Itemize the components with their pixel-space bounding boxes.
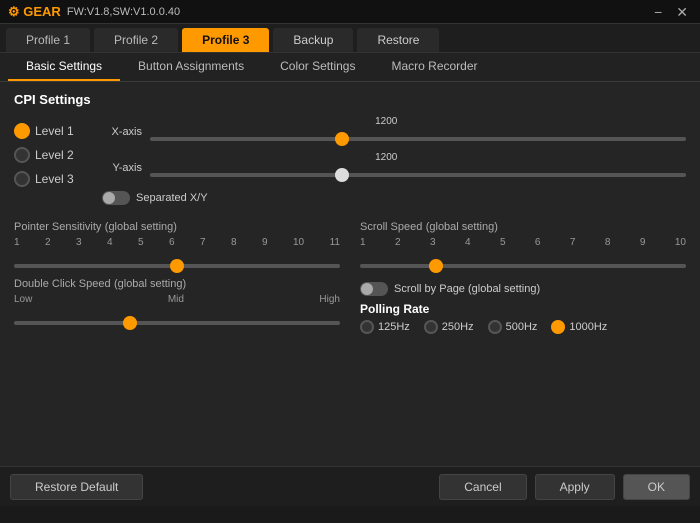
profile-tab-2[interactable]: Profile 2 bbox=[94, 28, 178, 52]
scroll-by-page-toggle[interactable] bbox=[360, 282, 388, 296]
main-content: CPI Settings Level 1 Level 2 Level 3 bbox=[0, 82, 700, 466]
pointer-scale-numbers: 123 456 789 1011 bbox=[14, 237, 340, 248]
sub-tabs: Basic Settings Button Assignments Color … bbox=[0, 53, 700, 82]
y-axis-value: 1200 bbox=[375, 152, 397, 163]
level3-dot bbox=[14, 171, 30, 187]
cpi-section: Level 1 Level 2 Level 3 X-axis 1200 bbox=[14, 113, 686, 211]
polling-250hz[interactable]: 250Hz bbox=[424, 320, 474, 334]
level2-label: Level 2 bbox=[35, 148, 74, 162]
close-button[interactable]: ✕ bbox=[672, 5, 692, 19]
cpi-section-title: CPI Settings bbox=[14, 92, 686, 107]
scroll-by-page-row: Scroll by Page (global setting) bbox=[360, 282, 686, 296]
app-logo: ⚙ GEAR bbox=[8, 4, 61, 20]
double-click-slider[interactable] bbox=[14, 321, 340, 325]
profile-tab-restore[interactable]: Restore bbox=[357, 28, 439, 52]
left-column: Pointer Sensitivity (global setting) 123… bbox=[14, 219, 340, 334]
level1-dot bbox=[14, 123, 30, 139]
profile-tab-1[interactable]: Profile 1 bbox=[6, 28, 90, 52]
version-text: FW:V1.8,SW:V1.0.0.40 bbox=[67, 6, 180, 18]
scroll-scale-numbers: 123 456 789 10 bbox=[360, 237, 686, 248]
polling-rate-title: Polling Rate bbox=[360, 302, 686, 316]
scroll-speed-slider[interactable] bbox=[360, 264, 686, 268]
pointer-sensitivity-slider[interactable] bbox=[14, 264, 340, 268]
tab-basic-settings[interactable]: Basic Settings bbox=[8, 53, 120, 81]
scroll-speed-title: Scroll Speed (global setting) bbox=[360, 219, 686, 233]
cpi-level-2[interactable]: Level 2 bbox=[14, 147, 94, 163]
radio-500hz bbox=[488, 320, 502, 334]
radio-250hz bbox=[424, 320, 438, 334]
separated-xy-label: Separated X/Y bbox=[136, 192, 208, 204]
polling-125hz[interactable]: 125Hz bbox=[360, 320, 410, 334]
tab-macro-recorder[interactable]: Macro Recorder bbox=[373, 53, 495, 81]
cancel-button[interactable]: Cancel bbox=[439, 474, 526, 500]
footer-right: Cancel Apply OK bbox=[439, 474, 690, 500]
minimize-button[interactable]: − bbox=[650, 5, 666, 19]
tab-color-settings[interactable]: Color Settings bbox=[262, 53, 373, 81]
footer: Restore Default Cancel Apply OK bbox=[0, 466, 700, 506]
tab-button-assignments[interactable]: Button Assignments bbox=[120, 53, 262, 81]
radio-1000hz bbox=[551, 320, 565, 334]
radio-125hz bbox=[360, 320, 374, 334]
apply-button[interactable]: Apply bbox=[535, 474, 615, 500]
label-1000hz: 1000Hz bbox=[569, 321, 607, 333]
separated-xy-row: Separated X/Y bbox=[102, 191, 686, 205]
y-axis-slider[interactable] bbox=[150, 173, 686, 177]
title-bar-left: ⚙ GEAR FW:V1.8,SW:V1.0.0.40 bbox=[8, 4, 180, 20]
bottom-section: Pointer Sensitivity (global setting) 123… bbox=[14, 219, 686, 334]
separated-xy-toggle[interactable] bbox=[102, 191, 130, 205]
scroll-by-page-label: Scroll by Page (global setting) bbox=[394, 283, 540, 295]
level3-label: Level 3 bbox=[35, 172, 74, 186]
y-axis-slider-wrapper: 1200 bbox=[150, 152, 686, 184]
title-bar-controls: − ✕ bbox=[650, 5, 692, 19]
y-axis-label: Y-axis bbox=[102, 162, 142, 174]
x-axis-value: 1200 bbox=[375, 116, 397, 127]
label-125hz: 125Hz bbox=[378, 321, 410, 333]
polling-options: 125Hz 250Hz 500Hz 1000Hz bbox=[360, 320, 686, 334]
x-axis-slider-wrapper: 1200 bbox=[150, 116, 686, 148]
double-click-labels: Low Mid High bbox=[14, 294, 340, 305]
cpi-level-1[interactable]: Level 1 bbox=[14, 123, 94, 139]
x-axis-slider[interactable] bbox=[150, 137, 686, 141]
x-axis-row: X-axis 1200 bbox=[102, 116, 686, 148]
ok-button[interactable]: OK bbox=[623, 474, 690, 500]
profile-tabs: Profile 1 Profile 2 Profile 3 Backup Res… bbox=[0, 24, 700, 53]
restore-default-button[interactable]: Restore Default bbox=[10, 474, 143, 500]
label-250hz: 250Hz bbox=[442, 321, 474, 333]
title-bar: ⚙ GEAR FW:V1.8,SW:V1.0.0.40 − ✕ bbox=[0, 0, 700, 24]
toggle-knob bbox=[103, 192, 115, 204]
polling-500hz[interactable]: 500Hz bbox=[488, 320, 538, 334]
label-500hz: 500Hz bbox=[506, 321, 538, 333]
right-column: Scroll Speed (global setting) 123 456 78… bbox=[360, 219, 686, 334]
level2-dot bbox=[14, 147, 30, 163]
cpi-level-3[interactable]: Level 3 bbox=[14, 171, 94, 187]
scroll-toggle-knob bbox=[361, 283, 373, 295]
polling-rate-section: Polling Rate 125Hz 250Hz 500Hz bbox=[360, 302, 686, 334]
double-click-title: Double Click Speed (global setting) bbox=[14, 276, 340, 290]
y-axis-row: Y-axis 1200 bbox=[102, 152, 686, 184]
level1-label: Level 1 bbox=[35, 124, 74, 138]
profile-tab-backup[interactable]: Backup bbox=[273, 28, 353, 52]
profile-tab-3[interactable]: Profile 3 bbox=[182, 28, 269, 52]
pointer-sensitivity-title: Pointer Sensitivity (global setting) bbox=[14, 219, 340, 233]
x-axis-label: X-axis bbox=[102, 126, 142, 138]
polling-1000hz[interactable]: 1000Hz bbox=[551, 320, 607, 334]
footer-left: Restore Default bbox=[10, 474, 439, 500]
